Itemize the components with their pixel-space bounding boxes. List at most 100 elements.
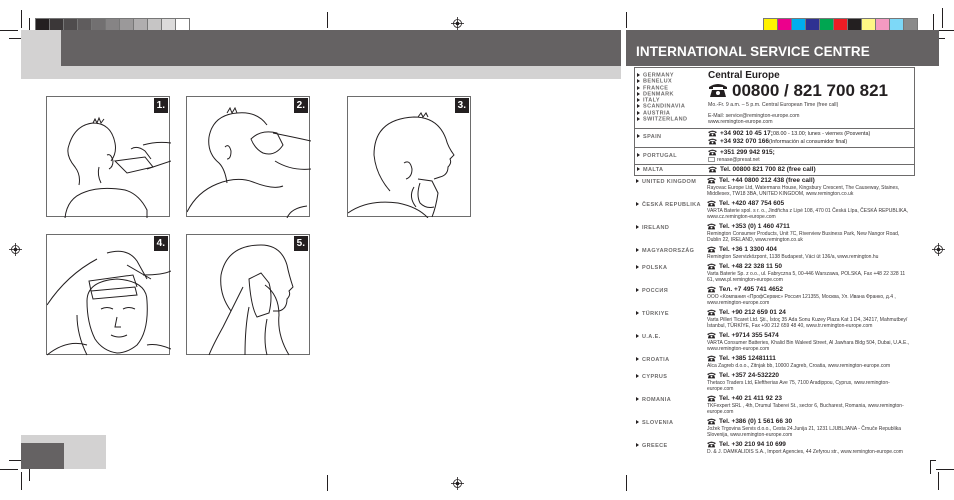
crop-mark xyxy=(626,12,627,28)
phone-icon xyxy=(707,309,716,316)
phone-number-text: 00800 / 821 700 821 xyxy=(732,81,888,100)
country-list: GERMANY BENELUX FRANCE DENMARK ITALY SCA… xyxy=(637,69,708,126)
step-number: 1. xyxy=(153,98,168,113)
phone-icon xyxy=(707,200,716,207)
service-boxed-group: GERMANY BENELUX FRANCE DENMARK ITALY SCA… xyxy=(634,67,915,176)
phone-number: Tel. +9714 355 5474 xyxy=(707,332,913,340)
phone-number: +34 932 070 166 (Información al consumid… xyxy=(708,138,912,146)
country-name: SPAIN xyxy=(637,134,708,140)
phone-icon xyxy=(708,149,717,156)
service-entry: POLSKA Tel. +48 22 328 11 50 Varta Baterie… xyxy=(636,263,913,283)
phone-icon xyxy=(707,418,716,425)
country-name: ČESKÁ REPUBLIKA xyxy=(636,202,707,208)
phone-icon xyxy=(707,355,716,362)
service-address: TKFexpert SRL , 4th, Drumul Taberei St.,… xyxy=(707,402,904,415)
service-entry: UNITED KINGDOM Tel. +44 0800 212 438 (fre… xyxy=(636,177,913,197)
website-link[interactable]: www.remington-europe.com xyxy=(708,119,912,126)
phone-number: Tel. +36 1 3300 404 xyxy=(707,246,913,254)
service-entry: TÜRKIYE Tel. +90 212 659 01 24 Varta Pille… xyxy=(636,309,913,329)
haircut-top-head-illustration xyxy=(47,250,171,356)
page-number-tab xyxy=(21,443,64,469)
mail-icon xyxy=(708,156,715,162)
service-address: Remington Szervizközpont, 1138 Budapest,… xyxy=(707,253,879,260)
phone-number: Тел. +7 495 741 4652 xyxy=(707,286,913,294)
crop-mark xyxy=(21,10,22,28)
registration-mark-icon xyxy=(451,17,464,30)
phone-icon xyxy=(708,138,717,145)
phone-icon xyxy=(708,166,717,173)
phone-number: Tel. +48 22 328 11 50 xyxy=(707,263,913,271)
service-entry: MAGYARORSZÁG Tel. +36 1 3300 404 Remington… xyxy=(636,246,913,260)
country-name: CYPRUS xyxy=(636,374,707,380)
service-entry-malta: MALTA Tel. 00800 821 700 82 (free call) xyxy=(635,163,914,175)
country-name: IRELAND xyxy=(636,225,707,231)
step-illustration-5: 5. xyxy=(186,234,310,356)
phone-icon xyxy=(707,332,716,339)
service-entry: U.A.E. Tel. +9714 355 5474 VARTA Consumer … xyxy=(636,332,913,352)
service-entry: CYPRUS Tel. +357 24-532220 Thetaco Traders… xyxy=(636,372,913,392)
phone-number: Tel. +40 21 411 92 23 xyxy=(707,395,913,403)
service-entry-spain: SPAIN +34 902 10 45 17; 08.00 - 13.00; l… xyxy=(635,127,914,147)
phone-icon xyxy=(707,246,716,253)
service-address: Varta Pilleri Ticaret Ltd. Şti., İstoç 3… xyxy=(707,316,908,329)
crop-mark xyxy=(0,469,18,470)
step-illustration-2: 2. xyxy=(186,96,311,218)
country-name: CROATIA xyxy=(636,357,707,363)
crop-mark xyxy=(327,475,328,491)
country-name: ROMANIA xyxy=(636,397,707,403)
service-entry: ROMANIA Tel. +40 21 411 92 23 TKFexpert SR… xyxy=(636,395,913,415)
phone-number: Tel. +30 210 94 10 699 xyxy=(707,441,913,449)
phone-number: Tel. +44 0800 212 438 (free call) xyxy=(707,177,913,185)
country-name: TÜRKIYE xyxy=(636,311,707,317)
haircut-above-ear-illustration xyxy=(187,106,311,218)
phone-icon xyxy=(707,286,716,293)
phone-icon xyxy=(708,130,717,137)
crop-mark xyxy=(930,460,931,474)
service-address: Remington Consumer Products, Unit 7C, Ri… xyxy=(707,230,900,243)
country-name: UNITED KINGDOM xyxy=(636,179,707,185)
crop-mark xyxy=(936,469,954,470)
phone-number: Tel. +353 (0) 1 460 4711 xyxy=(707,223,913,231)
country-name: SWITZERLAND xyxy=(637,116,708,123)
step-number: 2. xyxy=(293,98,308,113)
haircut-sideburn-illustration xyxy=(348,112,455,218)
service-address: Thetaco Traders Ltd, Eleftherias Ave 75,… xyxy=(707,379,890,392)
service-address: Rayovac Europe Ltd, Watermans House, Kin… xyxy=(707,184,900,197)
service-centre-directory: GERMANY BENELUX FRANCE DENMARK ITALY SCA… xyxy=(634,67,915,455)
service-address: D. & J. DAMKALIDIS S.A., Import Agencies… xyxy=(707,448,903,455)
phone-icon xyxy=(707,441,716,448)
service-detail: Central Europe 00800 / 821 700 821 Mo.-F… xyxy=(708,69,912,126)
phone-number: Tel. +386 (0) 1 561 66 30 xyxy=(707,418,913,426)
country-name: РОССИЯ xyxy=(636,288,707,294)
registration-mark-icon xyxy=(932,243,945,256)
step-number: 5. xyxy=(293,236,308,251)
country-name: POLSKA xyxy=(636,265,707,271)
registration-mark-icon xyxy=(451,477,464,490)
email-link[interactable]: renase@presat.net xyxy=(717,157,760,163)
service-entry: SLOVENIA Tel. +386 (0) 1 561 66 30 Jožek T… xyxy=(636,418,913,438)
step-illustration-1: 1. xyxy=(46,96,171,218)
phone-number: Tel. +90 212 659 01 24 xyxy=(707,309,913,317)
phone-icon xyxy=(709,84,727,97)
service-address: Jožek Trgovina Servis d.o.o., Cesta 24.J… xyxy=(707,425,901,438)
crop-mark xyxy=(930,460,936,461)
service-address: Alca Zagreb d.o.o., Zitnjak bb, 10000 Za… xyxy=(707,362,891,369)
country-name: PORTUGAL xyxy=(637,153,708,159)
page-title: INTERNATIONAL SERVICE CENTRE xyxy=(636,44,870,59)
phone-icon xyxy=(707,263,716,270)
crop-mark xyxy=(327,12,328,28)
phone-icon xyxy=(707,177,716,184)
service-entry: ČESKÁ REPUBLIKA Tel. +420 487 754 605 VART… xyxy=(636,200,913,220)
header-band-dark xyxy=(61,30,621,66)
country-name: MALTA xyxy=(637,167,708,173)
phone-number: +34 902 10 45 17; 08.00 - 13.00; lunes -… xyxy=(708,130,912,138)
phone-number: 00800 / 821 700 821 xyxy=(708,81,912,100)
country-name: U.A.E. xyxy=(636,334,707,340)
step-illustration-3: 3. xyxy=(347,96,471,218)
crop-mark xyxy=(933,14,934,30)
service-entry: GREECE Tel. +30 210 94 10 699 D. & J. DAMK… xyxy=(636,441,913,455)
service-address: ООО «Компания «ПрофСервис» Россия 121355… xyxy=(707,293,896,306)
service-entry-list: UNITED KINGDOM Tel. +44 0800 212 438 (fre… xyxy=(634,177,915,455)
service-address: VARTA Consumer Batteries, Khalid Bin Wal… xyxy=(707,339,910,352)
phone-number: Tel. +357 24-532220 xyxy=(707,372,913,380)
